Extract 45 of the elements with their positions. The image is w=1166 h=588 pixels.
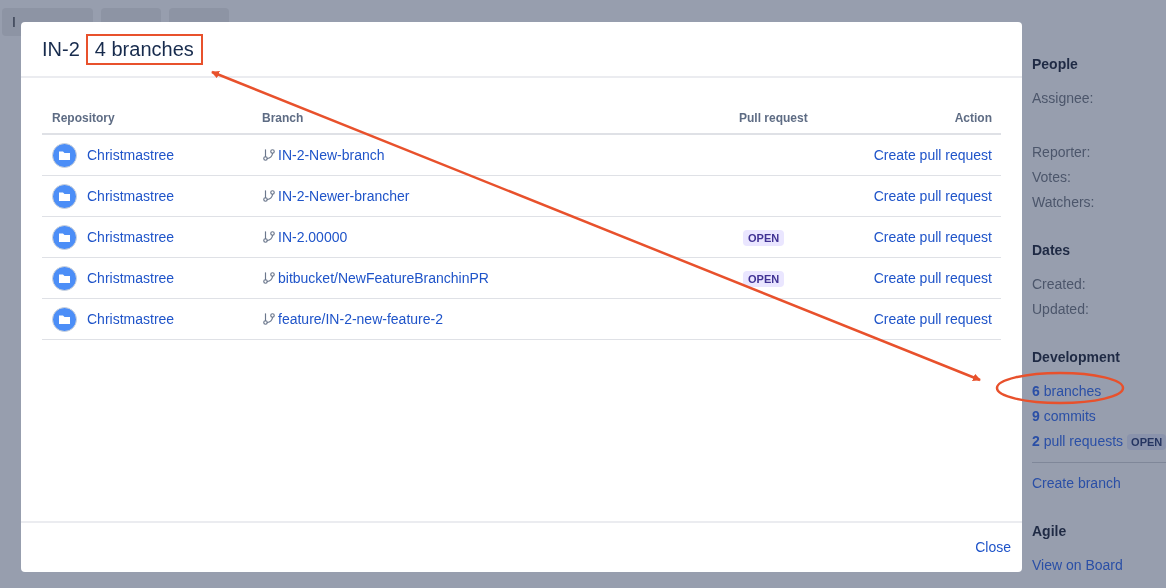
section-heading: Dates [1032,242,1072,259]
branch-link[interactable]: IN-2.00000 [278,226,348,248]
branch-icon [262,230,276,244]
branch-icon [262,271,276,285]
column-header: Action [954,109,993,127]
repository-link[interactable]: Christmastree [87,185,175,207]
column-header: Pull request [739,109,808,127]
create-pull-request-link[interactable]: Create pull request [873,308,1002,330]
branch-icon [262,189,276,203]
create-pull-request-link[interactable]: Create pull request [873,267,1002,289]
folder-icon [52,306,77,332]
create-pull-request-link[interactable]: Create pull request [873,226,1002,248]
field-label: Reporter: [1032,143,1092,162]
folder-icon [52,224,77,250]
create-pull-request-link[interactable]: Create pull request [873,144,1002,166]
folder-icon [52,265,77,291]
field-label: Watchers: [1032,193,1096,212]
repository-link[interactable]: Christmastree [87,267,175,289]
repository-link[interactable]: Christmastree [87,144,175,166]
section-heading: Agile [1032,523,1068,540]
branch-link[interactable]: feature/IN-2-new-feature-2 [278,308,443,330]
branch-link[interactable]: IN-2-New-branch [278,144,385,166]
repository-link[interactable]: Christmastree [87,308,175,330]
dialog-title: 4 branches [85,33,203,65]
field-label: Created: [1032,275,1087,294]
branch-icon [262,312,276,326]
field-label: Assignee: [1032,89,1095,108]
status-lozenge: OPEN [1127,433,1166,450]
column-header: Branch [261,109,304,127]
branch-link[interactable]: IN-2-Newer-brancher [278,185,410,207]
section-heading: Development [1032,349,1121,366]
field-label: Updated: [1032,300,1090,319]
close-button[interactable]: Close [975,537,1011,558]
issue-key: IN-2 [42,34,80,64]
branch-icon [262,148,276,162]
create-pull-request-link[interactable]: Create pull request [873,185,1002,207]
branch-link[interactable]: bitbucket/NewFeatureBranchinPR [278,267,489,289]
folder-icon [52,142,77,168]
section-heading: People [1032,56,1079,73]
status-lozenge: OPEN [743,270,785,287]
field-label: Votes: [1032,168,1072,187]
repository-link[interactable]: Christmastree [87,226,175,248]
column-header: Repository [51,109,115,127]
folder-icon [52,183,77,209]
status-lozenge: OPEN [743,229,785,246]
